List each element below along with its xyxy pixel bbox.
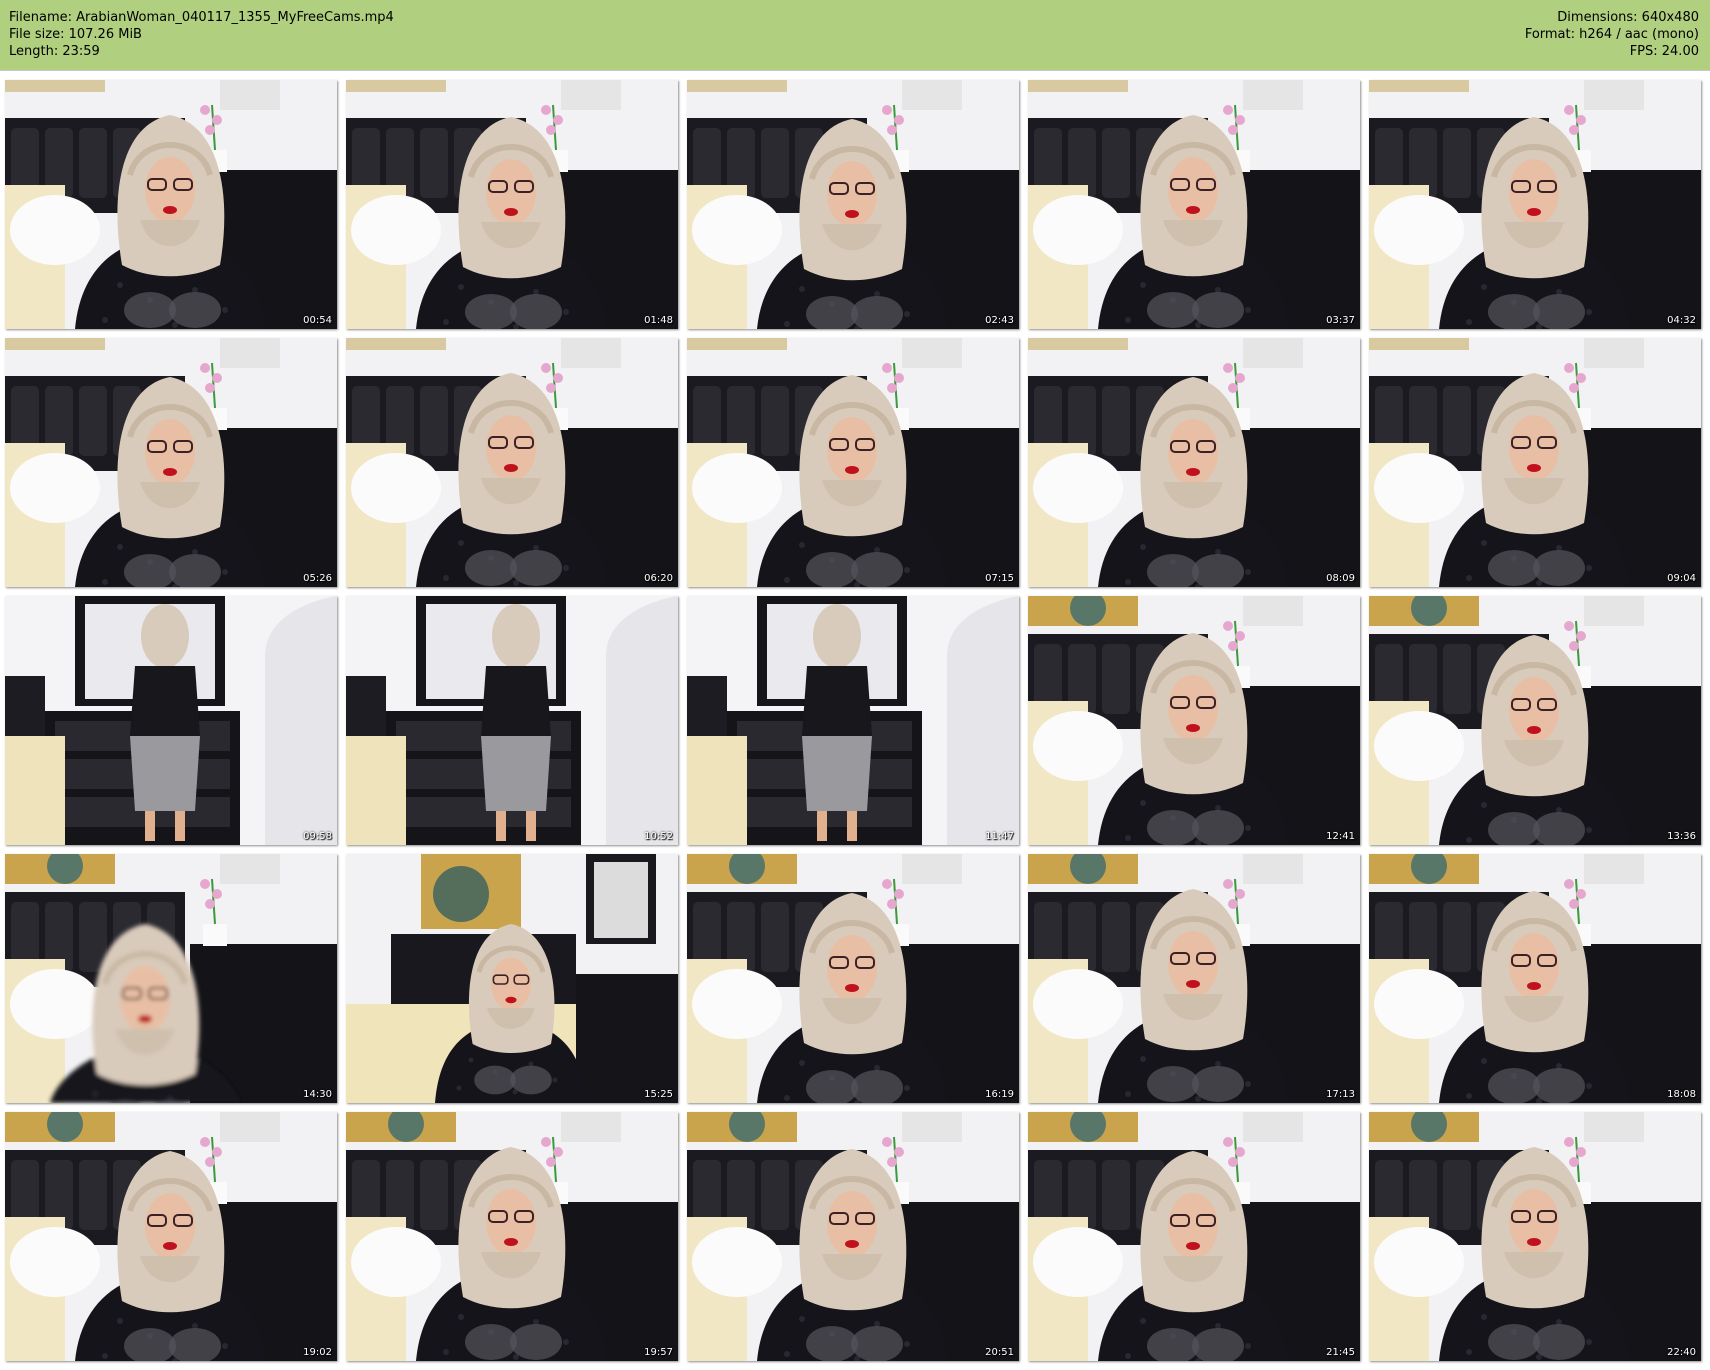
thumbnail-frame-image <box>346 596 678 845</box>
video-thumbnail: 13:36 <box>1369 596 1701 845</box>
thumbnail-frame-image <box>1028 1112 1360 1361</box>
video-thumbnail: 07:15 <box>687 338 1019 587</box>
thumbnail-timestamp: 07:15 <box>985 573 1014 584</box>
thumbnail-timestamp: 04:32 <box>1667 315 1696 326</box>
thumbnail-timestamp: 13:36 <box>1667 831 1696 842</box>
video-thumbnail: 12:41 <box>1028 596 1360 845</box>
thumbnail-frame-image <box>1369 80 1701 329</box>
thumbnail-frame-image <box>1369 338 1701 587</box>
thumbnail-frame-image <box>687 854 1019 1103</box>
thumbnail-timestamp: 12:41 <box>1326 831 1355 842</box>
video-thumbnail: 16:19 <box>687 854 1019 1103</box>
thumbnail-timestamp: 05:26 <box>303 573 332 584</box>
video-thumbnail: 11:47 <box>687 596 1019 845</box>
video-thumbnail: 18:08 <box>1369 854 1701 1103</box>
thumbnail-timestamp: 15:25 <box>644 1089 673 1100</box>
thumbnail-frame-image <box>5 80 337 329</box>
video-thumbnail: 19:57 <box>346 1112 678 1361</box>
thumbnail-timestamp: 14:30 <box>303 1089 332 1100</box>
thumbnail-timestamp: 21:45 <box>1326 1347 1355 1358</box>
thumbnail-timestamp: 18:08 <box>1667 1089 1696 1100</box>
thumbnail-timestamp: 01:48 <box>644 315 673 326</box>
thumbnail-frame-image <box>1369 854 1701 1103</box>
video-thumbnail: 22:40 <box>1369 1112 1701 1361</box>
thumbnail-timestamp: 03:37 <box>1326 315 1355 326</box>
video-thumbnail: 06:20 <box>346 338 678 587</box>
video-thumbnail: 15:25 <box>346 854 678 1103</box>
thumbnail-timestamp: 22:40 <box>1667 1347 1696 1358</box>
thumbnail-frame-image <box>5 1112 337 1361</box>
thumbnail-timestamp: 19:02 <box>303 1347 332 1358</box>
thumbnail-frame-image <box>687 80 1019 329</box>
thumbnail-timestamp: 17:13 <box>1326 1089 1355 1100</box>
video-thumbnail: 05:26 <box>5 338 337 587</box>
video-thumbnail: 04:32 <box>1369 80 1701 329</box>
thumbnail-frame-image <box>1369 1112 1701 1361</box>
video-thumbnail: 09:04 <box>1369 338 1701 587</box>
video-thumbnail: 19:02 <box>5 1112 337 1361</box>
thumbnail-timestamp: 00:54 <box>303 315 332 326</box>
thumbnail-frame-image <box>1028 854 1360 1103</box>
thumbnail-frame-image <box>687 596 1019 845</box>
video-thumbnail: 01:48 <box>346 80 678 329</box>
thumbnail-grid: 00:54 01:48 02:43 03:37 04:32 05:26 06:2… <box>0 0 1710 1370</box>
video-thumbnail: 09:58 <box>5 596 337 845</box>
thumbnail-timestamp: 09:04 <box>1667 573 1696 584</box>
video-thumbnail: 03:37 <box>1028 80 1360 329</box>
video-thumbnail: 00:54 <box>5 80 337 329</box>
thumbnail-frame-image <box>5 596 337 845</box>
thumbnail-timestamp: 08:09 <box>1326 573 1355 584</box>
video-thumbnail: 10:52 <box>346 596 678 845</box>
thumbnail-frame-image <box>1028 596 1360 845</box>
video-thumbnail: 02:43 <box>687 80 1019 329</box>
thumbnail-timestamp: 10:52 <box>644 831 673 842</box>
video-thumbnail: 21:45 <box>1028 1112 1360 1361</box>
thumbnail-frame-image <box>5 854 337 1103</box>
thumbnail-frame-image <box>687 1112 1019 1361</box>
thumbnail-frame-image <box>346 80 678 329</box>
video-thumbnail: 14:30 <box>5 854 337 1103</box>
video-thumbnail: 08:09 <box>1028 338 1360 587</box>
thumbnail-frame-image <box>346 1112 678 1361</box>
thumbnail-timestamp: 20:51 <box>985 1347 1014 1358</box>
thumbnail-timestamp: 11:47 <box>985 831 1014 842</box>
thumbnail-timestamp: 19:57 <box>644 1347 673 1358</box>
thumbnail-timestamp: 06:20 <box>644 573 673 584</box>
thumbnail-frame-image <box>5 338 337 587</box>
thumbnail-frame-image <box>346 338 678 587</box>
thumbnail-frame-image <box>1028 80 1360 329</box>
thumbnail-frame-image <box>1369 596 1701 845</box>
thumbnail-frame-image <box>1028 338 1360 587</box>
video-thumbnail: 20:51 <box>687 1112 1019 1361</box>
thumbnail-timestamp: 16:19 <box>985 1089 1014 1100</box>
thumbnail-frame-image <box>346 854 678 1103</box>
video-thumbnail: 17:13 <box>1028 854 1360 1103</box>
thumbnail-timestamp: 02:43 <box>985 315 1014 326</box>
thumbnail-timestamp: 09:58 <box>303 831 332 842</box>
thumbnail-frame-image <box>687 338 1019 587</box>
